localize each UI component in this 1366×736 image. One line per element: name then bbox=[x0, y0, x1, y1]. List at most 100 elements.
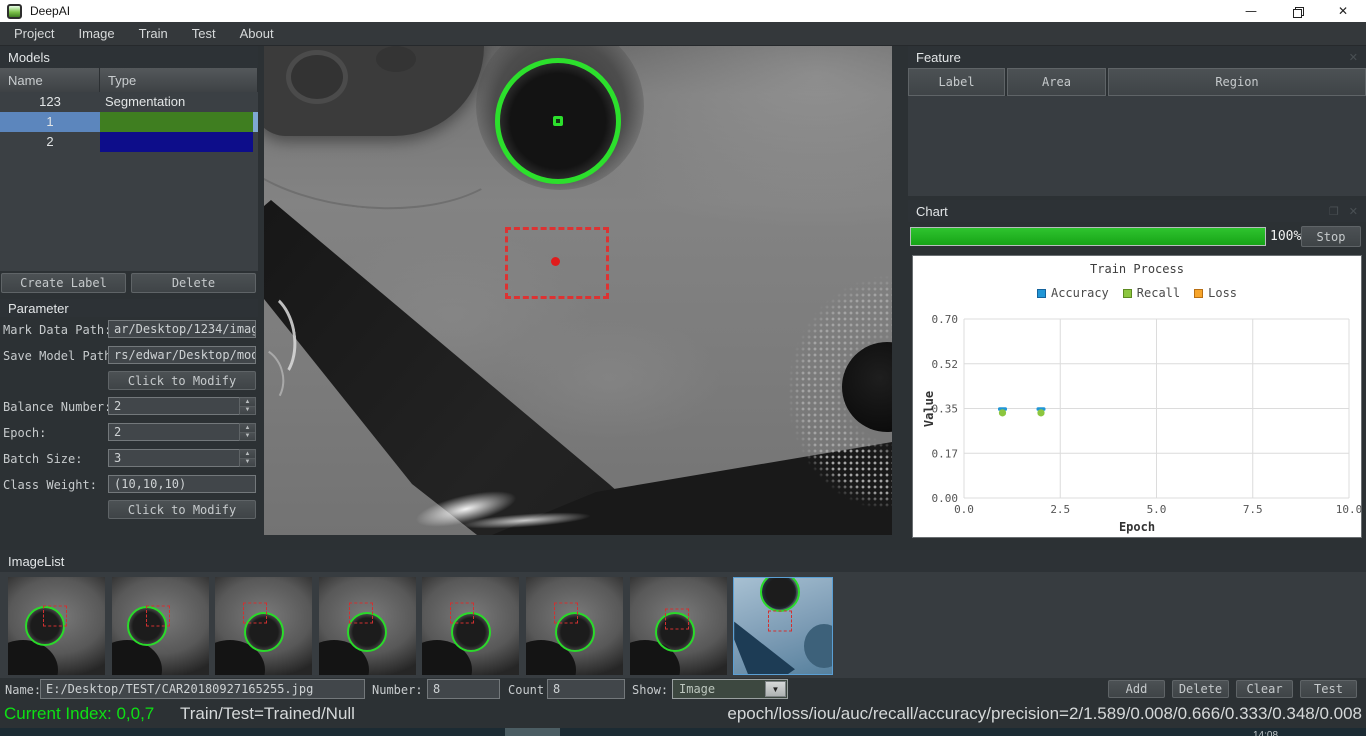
taskbar-app-icon bbox=[505, 728, 560, 736]
taskbar-clock: 14:08 bbox=[1253, 730, 1278, 736]
minimize-button[interactable]: — bbox=[1228, 0, 1274, 22]
model-name-cell: 1 bbox=[0, 112, 100, 132]
restore-icon bbox=[1293, 7, 1302, 16]
column-header-type[interactable]: Type bbox=[100, 68, 258, 92]
epoch-label: Epoch: bbox=[3, 425, 46, 442]
save-model-path-field[interactable]: rs/edwar/Desktop/model/ bbox=[108, 346, 256, 364]
table-row[interactable]: 2 bbox=[0, 132, 258, 152]
epoch-stepper[interactable]: 2 ▲▼ bbox=[108, 423, 256, 441]
red-center-marker bbox=[551, 257, 560, 266]
table-row[interactable]: 123 Segmentation bbox=[0, 92, 258, 112]
thumb-red-square bbox=[768, 611, 792, 632]
chart-float-icon[interactable]: ❐ bbox=[1329, 205, 1339, 218]
feature-column-label[interactable]: Label bbox=[908, 68, 1005, 96]
batch-size-value[interactable]: 3 bbox=[108, 449, 239, 467]
image-thumbnail[interactable] bbox=[215, 577, 312, 675]
model-type-cell bbox=[100, 112, 258, 132]
image-thumbnail[interactable] bbox=[422, 577, 519, 675]
svg-text:10.0: 10.0 bbox=[1336, 503, 1363, 516]
spin-up-icon[interactable]: ▲ bbox=[240, 398, 255, 407]
add-button[interactable]: Add bbox=[1108, 680, 1165, 698]
chart-plot: 0.02.55.07.510.00.000.170.350.520.70 bbox=[913, 256, 1363, 539]
test-button[interactable]: Test bbox=[1300, 680, 1357, 698]
delete-model-button[interactable]: Delete bbox=[131, 273, 256, 293]
metrics-status: epoch/loss/iou/auc/recall/accuracy/preci… bbox=[727, 704, 1362, 724]
svg-text:7.5: 7.5 bbox=[1243, 503, 1263, 516]
spin-down-icon[interactable]: ▼ bbox=[240, 459, 255, 467]
thumb-red-square bbox=[554, 603, 578, 624]
menu-about[interactable]: About bbox=[230, 22, 284, 46]
green-center-marker bbox=[553, 116, 563, 126]
train-process-chart: Train Process AccuracyRecallLoss 0.02.55… bbox=[912, 255, 1362, 538]
stop-button[interactable]: Stop bbox=[1301, 226, 1361, 247]
menu-project[interactable]: Project bbox=[4, 22, 64, 46]
table-row-selected[interactable]: 1 bbox=[0, 112, 258, 132]
image-thumbnail[interactable] bbox=[112, 577, 209, 675]
current-index-status: Current Index: 0,0,7 bbox=[4, 704, 154, 724]
epoch-value[interactable]: 2 bbox=[108, 423, 239, 441]
models-table-header: Name Type bbox=[0, 68, 258, 92]
svg-text:0.70: 0.70 bbox=[932, 313, 959, 326]
balance-number-stepper[interactable]: 2 ▲▼ bbox=[108, 397, 256, 415]
svg-text:0.00: 0.00 bbox=[932, 492, 959, 505]
menu-train[interactable]: Train bbox=[129, 22, 178, 46]
image-thumbnail[interactable] bbox=[319, 577, 416, 675]
spin-up-icon[interactable]: ▲ bbox=[240, 424, 255, 433]
train-progress-bar bbox=[910, 227, 1266, 246]
modify-weight-button[interactable]: Click to Modify bbox=[108, 500, 256, 519]
imagelist-panel-header: ImageList bbox=[0, 550, 1366, 572]
chart-close-icon[interactable]: ✕ bbox=[1349, 205, 1358, 218]
feature-table-body bbox=[908, 96, 1366, 196]
model-type-cell bbox=[100, 132, 258, 152]
parameter-panel-title: Parameter bbox=[8, 301, 69, 316]
number-label: Number: bbox=[372, 682, 423, 699]
x-axis-label: Epoch bbox=[913, 520, 1361, 534]
svg-text:5.0: 5.0 bbox=[1147, 503, 1167, 516]
thumb-blob bbox=[112, 640, 162, 675]
save-model-path-label: Save Model Path: bbox=[3, 348, 119, 365]
modify-path-button[interactable]: Click to Modify bbox=[108, 371, 256, 390]
image-thumbnail[interactable] bbox=[526, 577, 623, 675]
image-name-field[interactable]: E:/Desktop/TEST/CAR20180927165255.jpg bbox=[40, 679, 365, 699]
spin-up-icon[interactable]: ▲ bbox=[240, 450, 255, 459]
feature-close-icon[interactable]: ✕ bbox=[1349, 51, 1358, 64]
balance-number-value[interactable]: 2 bbox=[108, 397, 239, 415]
number-field[interactable]: 8 bbox=[427, 679, 500, 699]
show-dropdown[interactable]: Image ▼ bbox=[672, 679, 788, 699]
class-weight-field[interactable]: (10,10,10) bbox=[108, 475, 256, 493]
feature-column-area[interactable]: Area bbox=[1007, 68, 1106, 96]
train-test-status: Train/Test=Trained/Null bbox=[180, 704, 355, 724]
models-panel-title: Models bbox=[8, 50, 50, 65]
create-label-button[interactable]: Create Label bbox=[1, 273, 126, 293]
spinner-buttons[interactable]: ▲▼ bbox=[239, 397, 256, 415]
image-thumbnail[interactable] bbox=[8, 577, 105, 675]
menu-image[interactable]: Image bbox=[68, 22, 124, 46]
progress-percent-label: 100% bbox=[1270, 229, 1301, 244]
chart-point-recall bbox=[1037, 409, 1044, 416]
batch-size-label: Batch Size: bbox=[3, 451, 82, 468]
parameter-panel-header: Parameter bbox=[0, 299, 258, 317]
count-field[interactable]: 8 bbox=[547, 679, 625, 699]
thumb-red-square bbox=[450, 603, 474, 624]
clear-button[interactable]: Clear bbox=[1236, 680, 1293, 698]
column-header-name[interactable]: Name bbox=[0, 68, 100, 92]
chevron-down-icon[interactable]: ▼ bbox=[765, 681, 786, 697]
menu-test[interactable]: Test bbox=[182, 22, 226, 46]
spinner-buttons[interactable]: ▲▼ bbox=[239, 449, 256, 467]
mark-data-path-field[interactable]: ar/Desktop/1234/images/ bbox=[108, 320, 256, 338]
model-name-cell: 123 bbox=[0, 92, 100, 112]
image-thumbnail-selected[interactable] bbox=[733, 577, 833, 675]
feature-column-region[interactable]: Region bbox=[1108, 68, 1366, 96]
spin-down-icon[interactable]: ▼ bbox=[240, 433, 255, 441]
main-image-viewer[interactable] bbox=[264, 46, 892, 535]
restore-button[interactable] bbox=[1274, 0, 1320, 22]
models-panel-header: Models bbox=[0, 46, 258, 68]
spinner-buttons[interactable]: ▲▼ bbox=[239, 423, 256, 441]
close-button[interactable]: ✕ bbox=[1320, 0, 1366, 22]
spin-down-icon[interactable]: ▼ bbox=[240, 407, 255, 415]
name-label: Name: bbox=[5, 682, 41, 699]
batch-size-stepper[interactable]: 3 ▲▼ bbox=[108, 449, 256, 467]
image-thumbnail[interactable] bbox=[630, 577, 727, 675]
model-name-cell: 2 bbox=[0, 132, 100, 152]
delete-image-button[interactable]: Delete bbox=[1172, 680, 1229, 698]
